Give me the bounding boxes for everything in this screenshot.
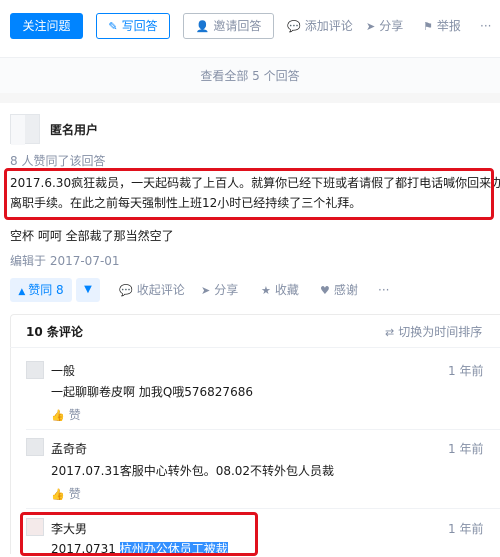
comment-icon: 💬 xyxy=(119,284,133,297)
comment-avatar[interactable] xyxy=(26,438,44,456)
collapse-comments-button[interactable]: 💬 收起评论 xyxy=(119,278,185,302)
comment-text: 一起聊聊卷皮啊 加我Q哦576827686 xyxy=(51,385,253,399)
report-label: 举报 xyxy=(436,19,461,33)
thanks-label: 感谢 xyxy=(333,283,358,297)
section-separator xyxy=(0,93,500,103)
switch-order-label: 切换为时间排序 xyxy=(398,325,483,339)
red-highlight-box xyxy=(20,512,258,556)
add-comment-label: 添加评论 xyxy=(304,19,353,33)
comment-time: 1 年前 xyxy=(448,364,484,378)
write-answer-label: 写回答 xyxy=(121,19,158,33)
switch-order-button[interactable]: ⇄ 切换为时间排序 xyxy=(385,323,482,340)
invite-answer-label: 邀请回答 xyxy=(213,19,262,33)
upvote-label: 赞同 8 xyxy=(28,283,64,297)
star-icon: ★ xyxy=(261,284,271,297)
add-user-icon: 👤 xyxy=(195,20,210,33)
share-question-button[interactable]: ➤ 分享 xyxy=(366,13,403,39)
follow-question-button[interactable]: 关注问题 xyxy=(10,13,83,39)
answer-more-label: ··· xyxy=(378,283,390,297)
edit-date[interactable]: 编辑于 2017-07-01 xyxy=(10,252,120,269)
answer-text-extra: 空杯 呵呵 全部裁了那当然空了 xyxy=(10,229,174,243)
top-more-button[interactable]: ··· xyxy=(480,13,491,39)
answer-more-button[interactable]: ··· xyxy=(378,278,389,302)
share-answer-button[interactable]: ➤ 分享 xyxy=(201,278,238,302)
comment-divider xyxy=(26,508,500,509)
thumbs-up-icon: 👍 xyxy=(51,409,65,422)
collapse-comments-label: 收起评论 xyxy=(136,283,185,297)
red-highlight-box xyxy=(4,168,494,220)
comment-avatar[interactable] xyxy=(26,361,44,379)
collect-button[interactable]: ★ 收藏 xyxy=(261,278,299,302)
comment-like-button[interactable]: 👍 赞 xyxy=(51,485,81,502)
comment-like-label: 赞 xyxy=(68,487,81,501)
thumbs-up-icon: 👍 xyxy=(51,488,65,501)
flag-icon: ⚑ xyxy=(423,20,433,33)
top-more-label: ··· xyxy=(480,19,492,33)
triangle-down-icon: ▼ xyxy=(84,284,92,295)
comment-like-button[interactable]: 👍 赞 xyxy=(51,406,81,423)
add-comment-button[interactable]: 💬 添加评论 xyxy=(287,13,353,39)
author-name[interactable]: 匿名用户 xyxy=(50,121,98,138)
swap-icon: ⇄ xyxy=(385,326,395,339)
share-question-label: 分享 xyxy=(379,19,404,33)
comment-author[interactable]: 孟奇奇 xyxy=(51,440,87,457)
triangle-up-icon: ▲ xyxy=(18,287,26,297)
write-answer-button[interactable]: ✎ 写回答 xyxy=(96,13,170,39)
thanks-button[interactable]: ♥ 感谢 xyxy=(320,278,358,302)
share-answer-label: 分享 xyxy=(214,283,239,297)
view-all-answers-link[interactable]: 查看全部 5 个回答 xyxy=(0,57,500,95)
invite-answer-button[interactable]: 👤 邀请回答 xyxy=(183,13,274,39)
comment-text: 2017.07.31客服中心转外包。08.02不转外包人员裁 xyxy=(51,464,335,478)
downvote-button[interactable]: ▼ xyxy=(76,278,100,302)
comment-author[interactable]: 一般 xyxy=(51,362,75,379)
upvote-button[interactable]: ▲ 赞同 8 xyxy=(10,278,72,302)
comment-like-label: 赞 xyxy=(68,408,81,422)
comment-time: 1 年前 xyxy=(448,442,484,456)
anonymous-avatar[interactable] xyxy=(10,114,40,145)
pencil-icon: ✎ xyxy=(108,20,118,33)
comment-icon: 💬 xyxy=(287,20,301,33)
vote-info: 8 人赞同了该回答 xyxy=(10,154,106,168)
collect-label: 收藏 xyxy=(274,283,299,297)
paper-plane-icon: ➤ xyxy=(366,20,376,33)
heart-icon: ♥ xyxy=(320,284,330,297)
comment-time: 1 年前 xyxy=(448,522,484,536)
paper-plane-icon: ➤ xyxy=(201,284,211,297)
report-button[interactable]: ⚑ 举报 xyxy=(423,13,461,39)
comments-count: 10 条评论 xyxy=(26,325,83,339)
comments-header-divider xyxy=(10,347,500,348)
comment-divider xyxy=(26,429,500,430)
